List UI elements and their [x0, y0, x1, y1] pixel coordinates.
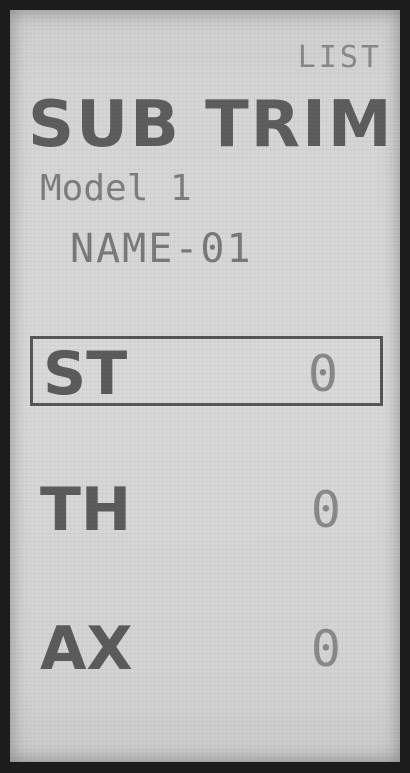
channel-name-th: TH — [40, 475, 132, 545]
transmitter-bezel: LIST SUB TRIM Model 1 NAME-01 ST 0 TH 0 … — [0, 0, 410, 773]
model-name: NAME-01 — [70, 226, 253, 272]
page-title: SUB TRIM — [28, 88, 394, 162]
channel-name-st: ST — [43, 339, 128, 409]
model-number-label: Model 1 — [40, 168, 192, 209]
channel-row-ax[interactable]: AX 0 — [30, 614, 383, 684]
list-button[interactable]: LIST — [298, 40, 382, 75]
channel-row-th[interactable]: TH 0 — [30, 475, 383, 545]
channel-value-ax[interactable]: 0 — [311, 614, 341, 684]
channel-value-th[interactable]: 0 — [311, 475, 341, 545]
channel-value-st[interactable]: 0 — [308, 339, 338, 409]
channel-row-st[interactable]: ST 0 — [30, 336, 383, 409]
lcd-screen: LIST SUB TRIM Model 1 NAME-01 ST 0 TH 0 … — [10, 10, 400, 762]
channel-name-ax: AX — [40, 614, 133, 684]
